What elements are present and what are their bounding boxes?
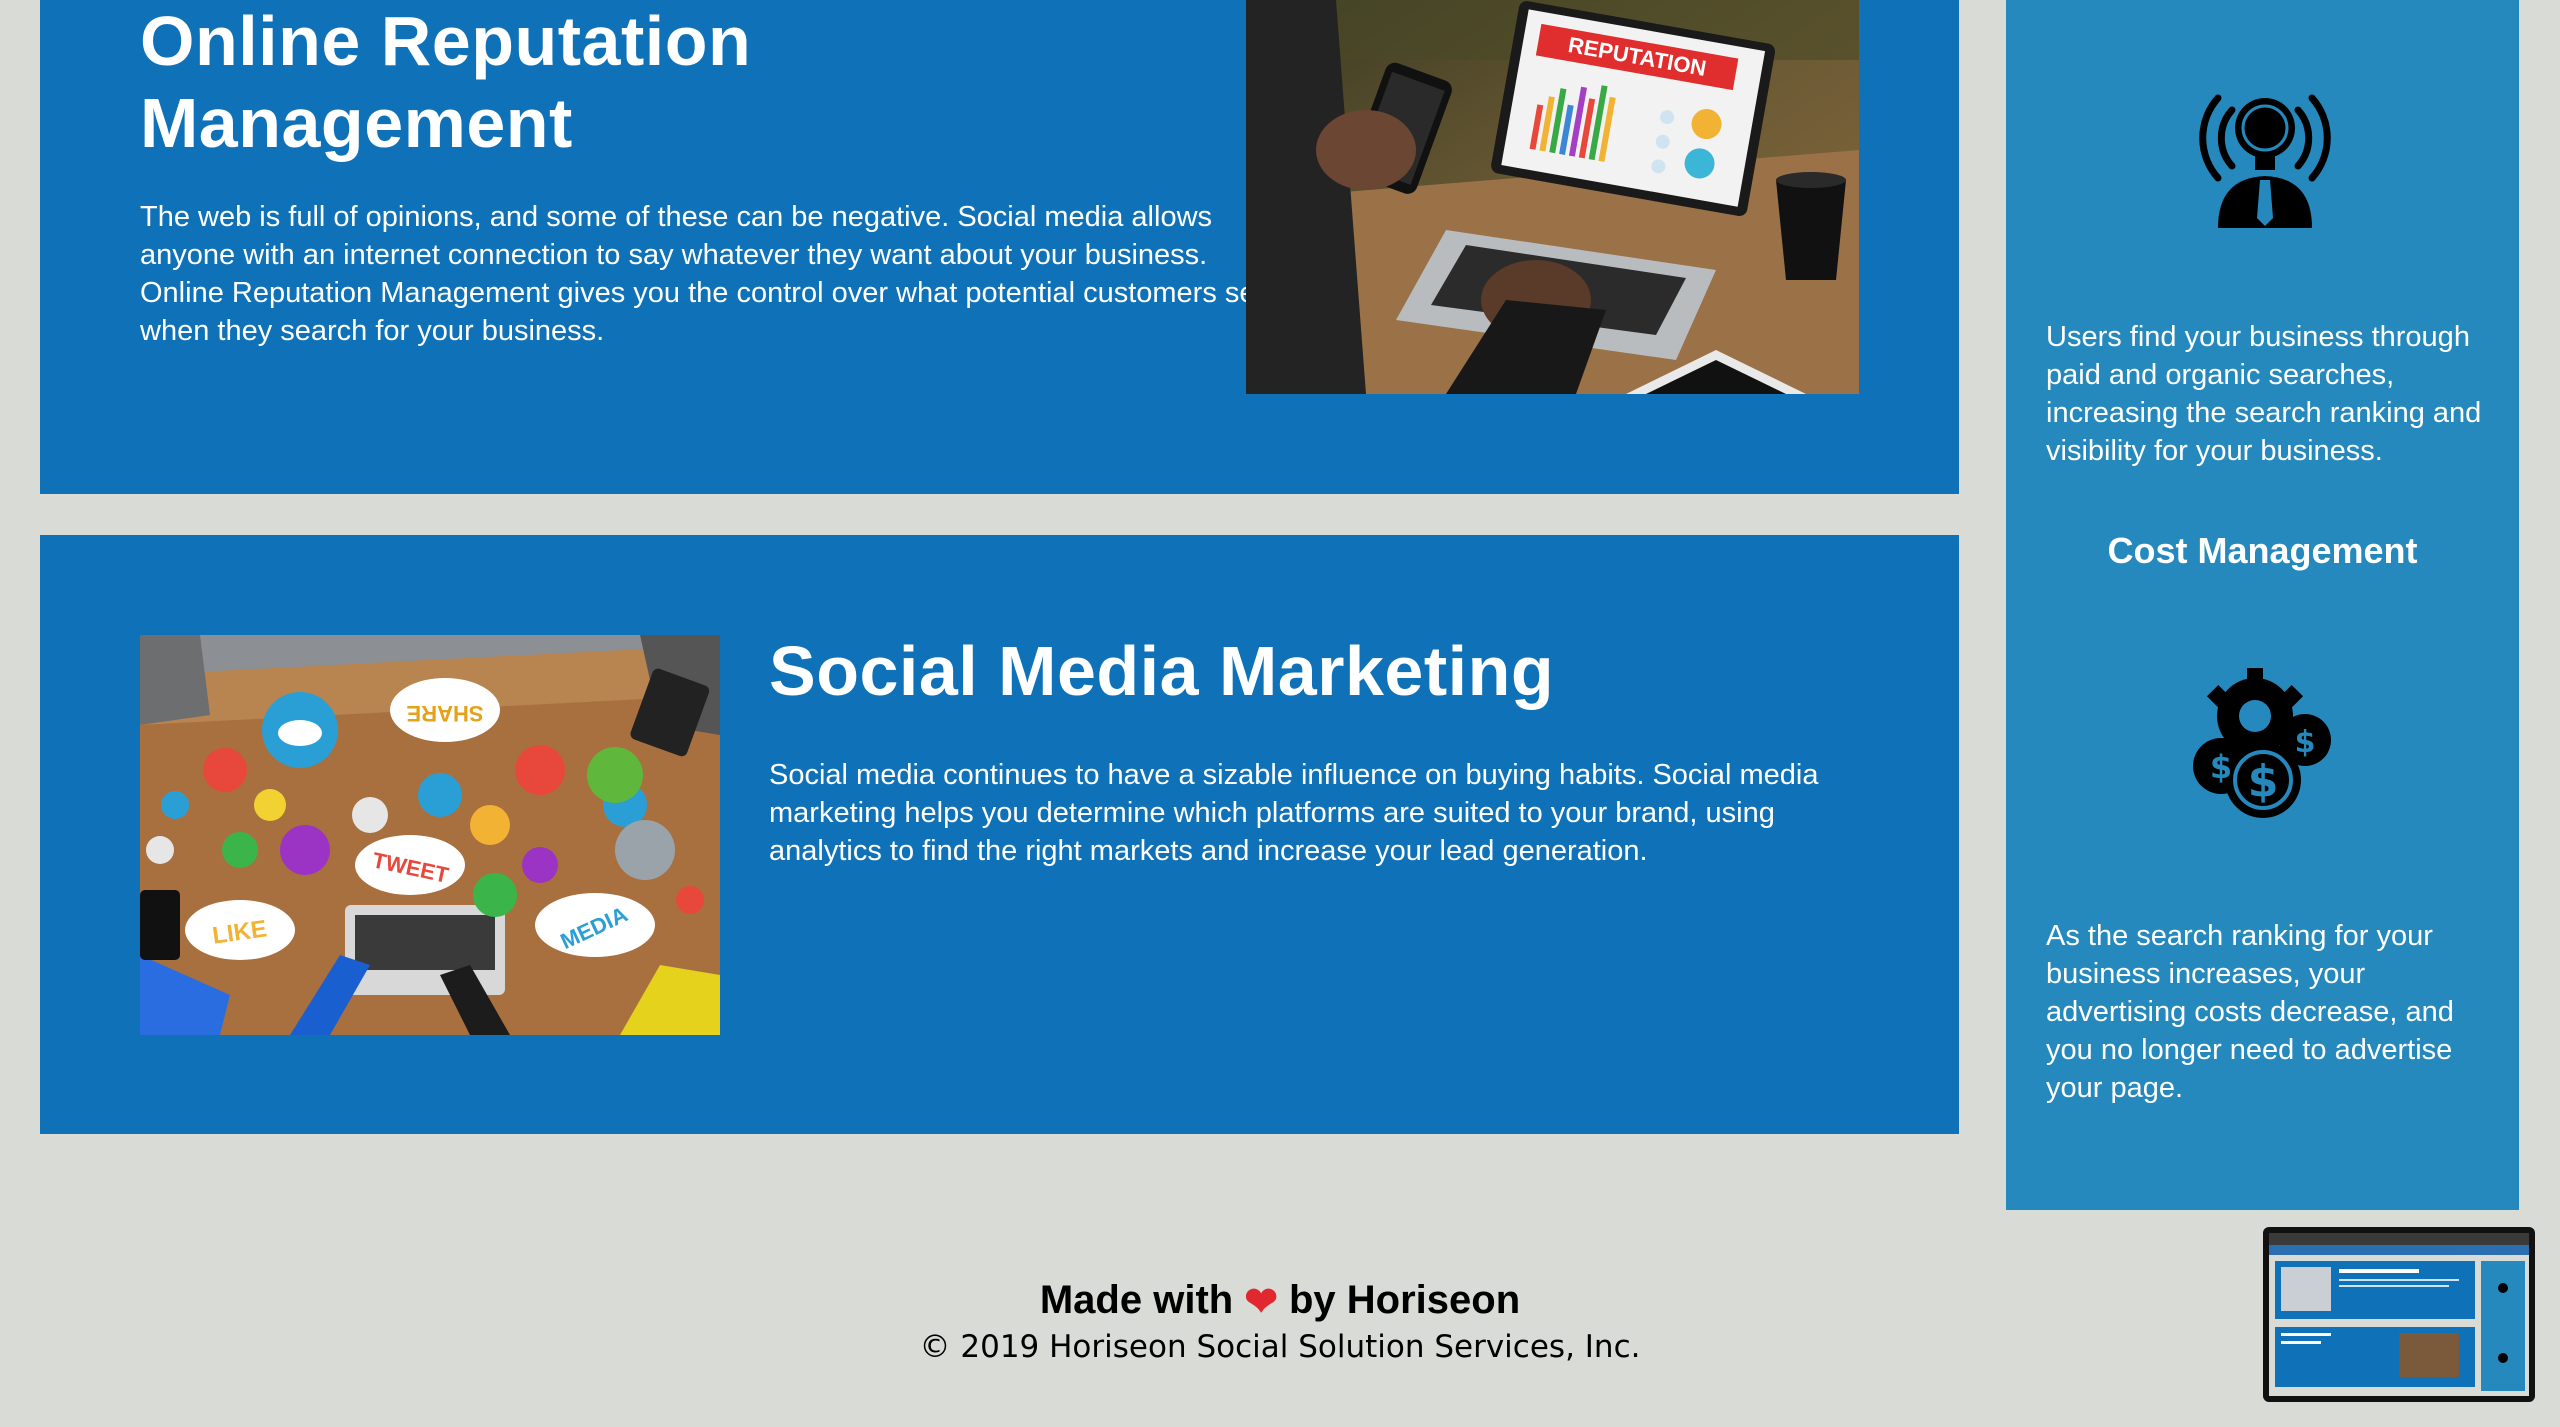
cost-management-heading: Cost Management: [2107, 530, 2418, 571]
orm-description: The web is full of opinions, and some of…: [140, 201, 1272, 347]
bubble-share: SHARE: [406, 701, 483, 726]
orm-heading-line2: Management: [140, 84, 573, 162]
benefits-sidebar: Users find your business through paid an…: [2006, 0, 2519, 1210]
reputation-laptop-photo: REPUTATION: [1246, 0, 1859, 394]
social-media-card: SHARE TWEET LIKE MEDIA Social Media Mark…: [40, 535, 1959, 1134]
heart-icon: ❤: [1244, 1280, 1278, 1325]
svg-text:$: $: [2248, 756, 2279, 807]
svg-text:$: $: [2210, 748, 2232, 786]
footer-credit: Made with ❤ by Horiseon: [0, 1270, 2560, 1332]
orm-heading-line1: Online Reputation: [140, 2, 752, 80]
smm-description: Social media continues to have a sizable…: [769, 759, 1819, 867]
online-reputation-card: Online Reputation Management The web is …: [40, 0, 1959, 494]
lightbulb-person-icon: [2190, 68, 2340, 228]
footer-made-with: Made with: [1039, 1278, 1234, 1322]
smm-heading: Social Media Marketing: [769, 632, 1555, 710]
search-benefit-text: Users find your business through paid an…: [2046, 321, 2482, 467]
gear-dollar-icon: $ $ $: [2183, 668, 2347, 828]
social-media-photo: SHARE TWEET LIKE MEDIA: [140, 635, 720, 1035]
cost-benefit-text: As the search ranking for your business …: [2046, 920, 2454, 1104]
footer-copyright: © 2019 Horiseon Social Solution Services…: [919, 1329, 1641, 1365]
orm-heading: Online Reputation Management: [140, 0, 940, 164]
footer-by: by Horiseon: [1288, 1278, 1521, 1322]
svg-text:$: $: [2295, 725, 2316, 760]
screenshot-thumbnail[interactable]: [2263, 1227, 2535, 1402]
